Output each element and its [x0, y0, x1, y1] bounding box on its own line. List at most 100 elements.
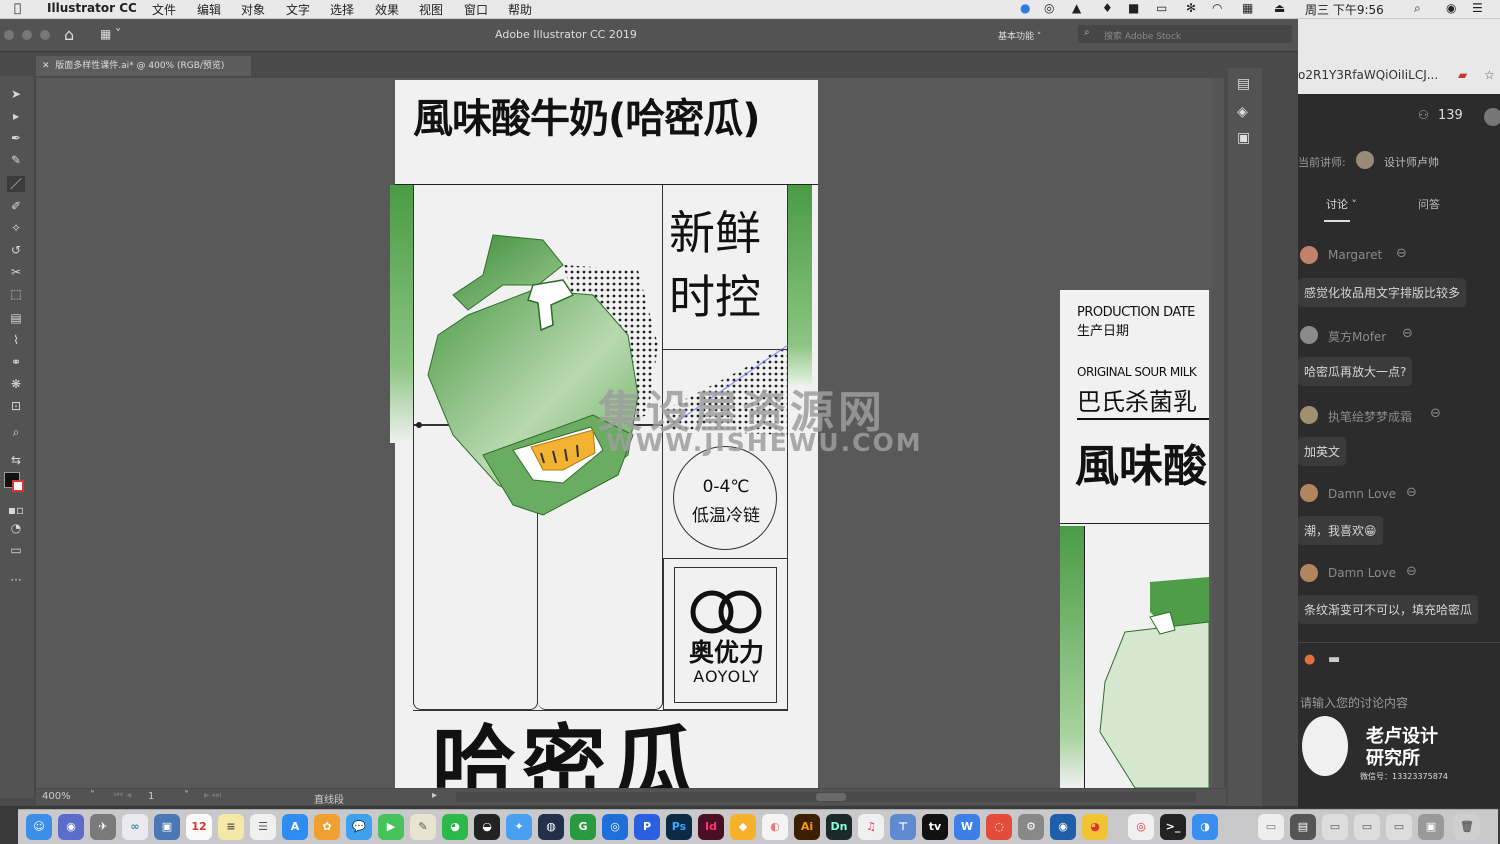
terminal-icon[interactable]: >_ — [1160, 814, 1186, 840]
calendar-icon[interactable]: 12 — [186, 814, 212, 840]
more-options-icon[interactable]: ⊖ — [1406, 564, 1417, 579]
close-window-icon[interactable] — [4, 30, 14, 40]
illustrator-icon[interactable]: Ai — [794, 814, 820, 840]
folder-icon[interactable]: ▬ — [1328, 652, 1340, 667]
facetime-icon[interactable]: ▶ — [378, 814, 404, 840]
direct-selection-tool-icon[interactable]: ▸ — [7, 108, 25, 124]
menu-window[interactable]: 窗口 — [464, 1, 488, 18]
menu-file[interactable]: 文件 — [152, 1, 176, 18]
screen-mode-icon[interactable]: ▭ — [7, 542, 25, 558]
system-preferences-icon[interactable]: ⚙ — [1018, 814, 1044, 840]
extension-icon[interactable]: ▰ — [1458, 68, 1467, 82]
siri-icon[interactable]: ◉ — [1446, 1, 1456, 15]
menu-help[interactable]: 帮助 — [508, 1, 532, 18]
status-menu-icon[interactable]: ▸ — [432, 790, 437, 801]
p-app-icon[interactable]: P — [634, 814, 660, 840]
scroll-thumb[interactable] — [816, 793, 846, 801]
shaper-tool-icon[interactable]: ✧ — [7, 220, 25, 236]
first-artboard-icon[interactable]: ⏮ ◂ — [114, 790, 131, 801]
clock[interactable]: 周三 下午9:56 — [1305, 1, 1384, 18]
finder-icon[interactable]: ☺ — [26, 814, 52, 840]
apple-tv-icon[interactable]: tv — [922, 814, 948, 840]
horizontal-scrollbar[interactable] — [456, 792, 1196, 802]
keyboard-icon[interactable]: ■ — [1128, 1, 1139, 15]
wifi-icon[interactable]: ◠ — [1212, 1, 1222, 15]
qq-icon[interactable]: ◒ — [474, 814, 500, 840]
home-icon[interactable]: ⌂ — [64, 25, 74, 44]
draw-mode-icon[interactable]: ◔ — [7, 520, 25, 536]
color-mode-icon[interactable]: ▪▫ — [7, 502, 25, 518]
apple-icon[interactable]:  — [14, 1, 21, 15]
facetime-green-icon[interactable]: G — [570, 814, 596, 840]
more-options-icon[interactable]: ⊖ — [1430, 406, 1441, 421]
trash-icon[interactable]: 🗑 — [1454, 814, 1480, 840]
safari-icon[interactable]: ✦ — [506, 814, 532, 840]
address-bar[interactable]: o2R1Y3RfaWQiOiIiLCJ... ▰ ☆ — [1298, 58, 1500, 94]
pen-tool-icon[interactable]: ✒ — [7, 130, 25, 146]
scissors-tool-icon[interactable]: ✂ — [7, 264, 25, 280]
window-thumb-icon[interactable]: ▭ — [1258, 814, 1284, 840]
window-thumb-icon[interactable]: ▣ — [1418, 814, 1444, 840]
rotate-tool-icon[interactable]: ↺ — [7, 242, 25, 258]
creative-cloud-icon[interactable]: ◎ — [1044, 1, 1054, 15]
sketch-icon[interactable]: ◆ — [730, 814, 756, 840]
line-segment-tool-icon[interactable]: ／ — [7, 176, 25, 192]
photos-icon[interactable]: ✿ — [314, 814, 340, 840]
eyedropper-tool-icon[interactable]: ⌇ — [7, 332, 25, 348]
script-editor-icon[interactable]: ✎ — [410, 814, 436, 840]
more-tools-icon[interactable]: ··· — [7, 572, 25, 588]
preview-icon[interactable]: ▣ — [154, 814, 180, 840]
next-artboard-icon[interactable]: ▸ ⏭ — [204, 790, 221, 801]
chrome-alt-icon[interactable]: ◎ — [1128, 814, 1154, 840]
chrome-icon[interactable]: ◕ — [1082, 814, 1108, 840]
blend-tool-icon[interactable]: ⚭ — [7, 354, 25, 370]
zoom-window-icon[interactable] — [40, 30, 50, 40]
zoom-level[interactable]: 400% — [42, 791, 71, 802]
workspace-switcher[interactable]: 基本功能 ˅ — [998, 29, 1041, 42]
netease-music-icon[interactable]: ◌ — [986, 814, 1012, 840]
safari-tray-icon[interactable]: ● — [1020, 1, 1030, 15]
proxy-icon[interactable]: ◎ — [602, 814, 628, 840]
properties-panel-icon[interactable]: ▤ — [1237, 76, 1250, 92]
window-thumb-icon[interactable]: ▭ — [1386, 814, 1412, 840]
photoshop-icon[interactable]: Ps — [666, 814, 692, 840]
window-thumb-icon[interactable]: ▭ — [1354, 814, 1380, 840]
paintbrush-tool-icon[interactable]: ✐ — [7, 198, 25, 214]
emoji-icon[interactable]: ● — [1304, 652, 1315, 667]
zoom-tool-icon[interactable]: ⌕ — [7, 424, 25, 440]
window-thumb-icon[interactable]: ▤ — [1290, 814, 1316, 840]
artboard-side[interactable]: PRODUCTION DATE 生产日期 ORIGINAL SOUR MILK … — [1060, 290, 1209, 788]
menu-edit[interactable]: 编辑 — [197, 1, 221, 18]
bookmark-star-icon[interactable]: ☆ — [1484, 68, 1495, 82]
dropbox-like-icon[interactable]: ◐ — [762, 814, 788, 840]
app-menu[interactable]: Illustrator CC — [47, 1, 137, 15]
minimize-window-icon[interactable] — [22, 30, 32, 40]
free-transform-tool-icon[interactable]: ⬚ — [7, 286, 25, 302]
app-store-icon[interactable]: A — [282, 814, 308, 840]
menu-object[interactable]: 对象 — [241, 1, 265, 18]
tab-qa[interactable]: 问答 — [1418, 196, 1440, 212]
network-icon[interactable]: ◉ — [1050, 814, 1076, 840]
arrange-documents-icon[interactable]: ▦ ˅ — [100, 27, 121, 41]
browser-icon[interactable]: ◑ — [1192, 814, 1218, 840]
notes-icon[interactable]: ≡ — [218, 814, 244, 840]
curvature-tool-icon[interactable]: ✎ — [7, 152, 25, 168]
dimension-icon[interactable]: Dn — [826, 814, 852, 840]
swap-colors-icon[interactable]: ⇆ — [7, 452, 25, 468]
messages-icon[interactable]: 💬 — [346, 814, 372, 840]
stroke-color-swatch[interactable] — [12, 480, 24, 492]
tab-discuss[interactable]: 讨论 ˅ — [1326, 196, 1357, 212]
symbol-sprayer-icon[interactable]: ❋ — [7, 376, 25, 392]
bluetooth-icon[interactable]: ✻ — [1186, 1, 1196, 15]
launchpad-icon[interactable]: ✈ — [90, 814, 116, 840]
music-icon[interactable]: ♫ — [858, 814, 884, 840]
indesign-icon[interactable]: Id — [698, 814, 724, 840]
more-options-icon[interactable]: ⊖ — [1406, 485, 1417, 500]
menu-select[interactable]: 选择 — [330, 1, 354, 18]
avatar[interactable] — [1484, 108, 1500, 126]
menu-view[interactable]: 视图 — [419, 1, 443, 18]
artboard-number[interactable]: 1 — [148, 791, 154, 802]
vertical-scrollbar[interactable] — [1212, 78, 1224, 788]
selection-tool-icon[interactable]: ➤ — [7, 86, 25, 102]
layers-panel-icon[interactable]: ◈ — [1237, 104, 1248, 120]
